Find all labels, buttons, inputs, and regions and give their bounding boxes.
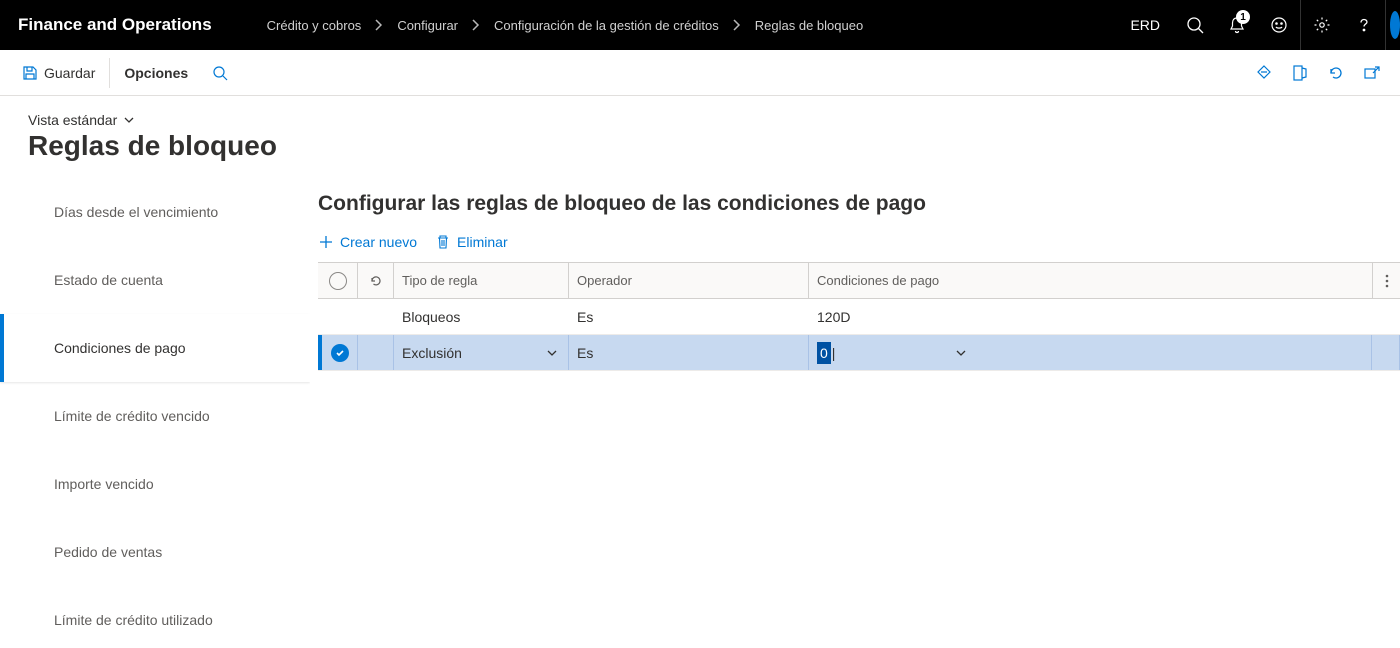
column-header-operador[interactable]: Operador <box>569 263 809 298</box>
cell-condiciones-dropdown[interactable]: 0| <box>809 335 1372 370</box>
cell-tipo[interactable]: Bloqueos <box>394 299 569 334</box>
chevron-down-icon <box>955 347 967 359</box>
company-picker[interactable]: ERD <box>1116 17 1174 33</box>
row-selector[interactable] <box>322 335 358 370</box>
office-icon[interactable] <box>1282 50 1318 96</box>
grid-refresh-icon[interactable] <box>358 263 394 298</box>
sidebar-item-label: Condiciones de pago <box>54 340 186 356</box>
chevron-down-icon <box>123 114 135 126</box>
row-spacer <box>358 299 394 334</box>
table-row[interactable]: Exclusión Es 0| <box>318 335 1400 371</box>
save-label: Guardar <box>44 65 95 81</box>
grid-header: Tipo de regla Operador Condiciones de pa… <box>318 263 1400 299</box>
new-label: Crear nuevo <box>340 234 417 250</box>
view-switcher[interactable]: Vista estándar <box>28 112 135 128</box>
main: Configurar las reglas de bloqueo de las … <box>310 178 1400 638</box>
action-bar: Guardar Opciones <box>0 50 1400 96</box>
search-icon <box>212 65 228 81</box>
cell-condiciones[interactable]: 120D <box>809 299 1372 334</box>
breadcrumb: Crédito y cobros Configurar Configuració… <box>267 18 1117 33</box>
sidebar-item-sales-order[interactable]: Pedido de ventas <box>0 518 310 586</box>
check-icon <box>331 344 349 362</box>
chevron-right-icon <box>375 19 383 31</box>
chevron-right-icon <box>472 19 480 31</box>
view-label: Vista estándar <box>28 112 117 128</box>
cell-operador[interactable]: Es <box>569 335 809 370</box>
sidebar-item-overdue-amount[interactable]: Importe vencido <box>0 450 310 518</box>
chevron-right-icon <box>733 19 741 31</box>
delete-button[interactable]: Eliminar <box>435 234 508 250</box>
select-all-checkbox[interactable] <box>318 263 358 298</box>
sidebar-item-label: Importe vencido <box>54 476 154 492</box>
column-header-condiciones[interactable]: Condiciones de pago <box>809 263 1372 298</box>
new-button[interactable]: Crear nuevo <box>318 234 417 250</box>
page-header: Vista estándar Reglas de bloqueo <box>0 96 1400 178</box>
save-button[interactable]: Guardar <box>10 50 107 96</box>
options-label: Opciones <box>124 65 188 81</box>
sidebar-item-days-overdue[interactable]: Días desde el vencimiento <box>0 178 310 246</box>
search-icon[interactable] <box>1174 0 1216 50</box>
sidebar-item-account-status[interactable]: Estado de cuenta <box>0 246 310 314</box>
sidebar: Días desde el vencimiento Estado de cuen… <box>0 178 310 638</box>
row-selector[interactable] <box>318 299 358 334</box>
popout-icon[interactable] <box>1354 50 1390 96</box>
sidebar-item-label: Pedido de ventas <box>54 544 162 560</box>
notifications-icon[interactable]: 1 <box>1216 0 1258 50</box>
delete-label: Eliminar <box>457 234 508 250</box>
app-title: Finance and Operations <box>18 15 212 35</box>
action-separator <box>109 58 110 88</box>
header-right: ERD 1 <box>1116 0 1400 50</box>
cell-operador[interactable]: Es <box>569 299 809 334</box>
sidebar-item-credit-limit-used[interactable]: Límite de crédito utilizado <box>0 586 310 638</box>
page-title: Reglas de bloqueo <box>28 130 1400 162</box>
notification-badge: 1 <box>1236 10 1250 24</box>
action-search-button[interactable] <box>200 50 246 96</box>
grid: Tipo de regla Operador Condiciones de pa… <box>318 262 1400 371</box>
settings-icon[interactable] <box>1301 0 1343 50</box>
body: Días desde el vencimiento Estado de cuen… <box>0 178 1400 638</box>
breadcrumb-item[interactable]: Configurar <box>397 18 458 33</box>
refresh-icon[interactable] <box>1318 50 1354 96</box>
trash-icon <box>435 234 451 250</box>
sidebar-item-label: Límite de crédito utilizado <box>54 612 213 628</box>
attachments-icon[interactable] <box>1246 50 1282 96</box>
help-icon[interactable] <box>1343 0 1385 50</box>
grid-options-icon[interactable] <box>1372 263 1400 298</box>
cell-value-selected: 0 <box>817 342 831 364</box>
row-trailing <box>1372 299 1400 334</box>
grid-toolbar: Crear nuevo Eliminar <box>318 234 1400 250</box>
sidebar-item-credit-limit-expired[interactable]: Límite de crédito vencido <box>0 382 310 450</box>
sidebar-item-label: Estado de cuenta <box>54 272 163 288</box>
chevron-down-icon <box>546 347 558 359</box>
row-trailing <box>1372 335 1400 370</box>
main-title: Configurar las reglas de bloqueo de las … <box>318 178 1400 234</box>
breadcrumb-item[interactable]: Configuración de la gestión de créditos <box>494 18 719 33</box>
user-avatar[interactable] <box>1386 0 1400 50</box>
row-spacer <box>358 335 394 370</box>
sidebar-item-label: Límite de crédito vencido <box>54 408 210 424</box>
save-icon <box>22 65 38 81</box>
text-cursor: | <box>832 345 836 361</box>
cell-tipo-dropdown[interactable]: Exclusión <box>394 335 569 370</box>
top-header: Finance and Operations Crédito y cobros … <box>0 0 1400 50</box>
options-button[interactable]: Opciones <box>112 50 200 96</box>
breadcrumb-item[interactable]: Reglas de bloqueo <box>755 18 863 33</box>
column-header-tipo[interactable]: Tipo de regla <box>394 263 569 298</box>
action-bar-right <box>1246 50 1390 96</box>
plus-icon <box>318 234 334 250</box>
sidebar-item-terms-of-payment[interactable]: Condiciones de pago <box>0 314 310 382</box>
feedback-icon[interactable] <box>1258 0 1300 50</box>
breadcrumb-item[interactable]: Crédito y cobros <box>267 18 362 33</box>
table-row[interactable]: Bloqueos Es 120D <box>318 299 1400 335</box>
sidebar-item-label: Días desde el vencimiento <box>54 204 218 220</box>
